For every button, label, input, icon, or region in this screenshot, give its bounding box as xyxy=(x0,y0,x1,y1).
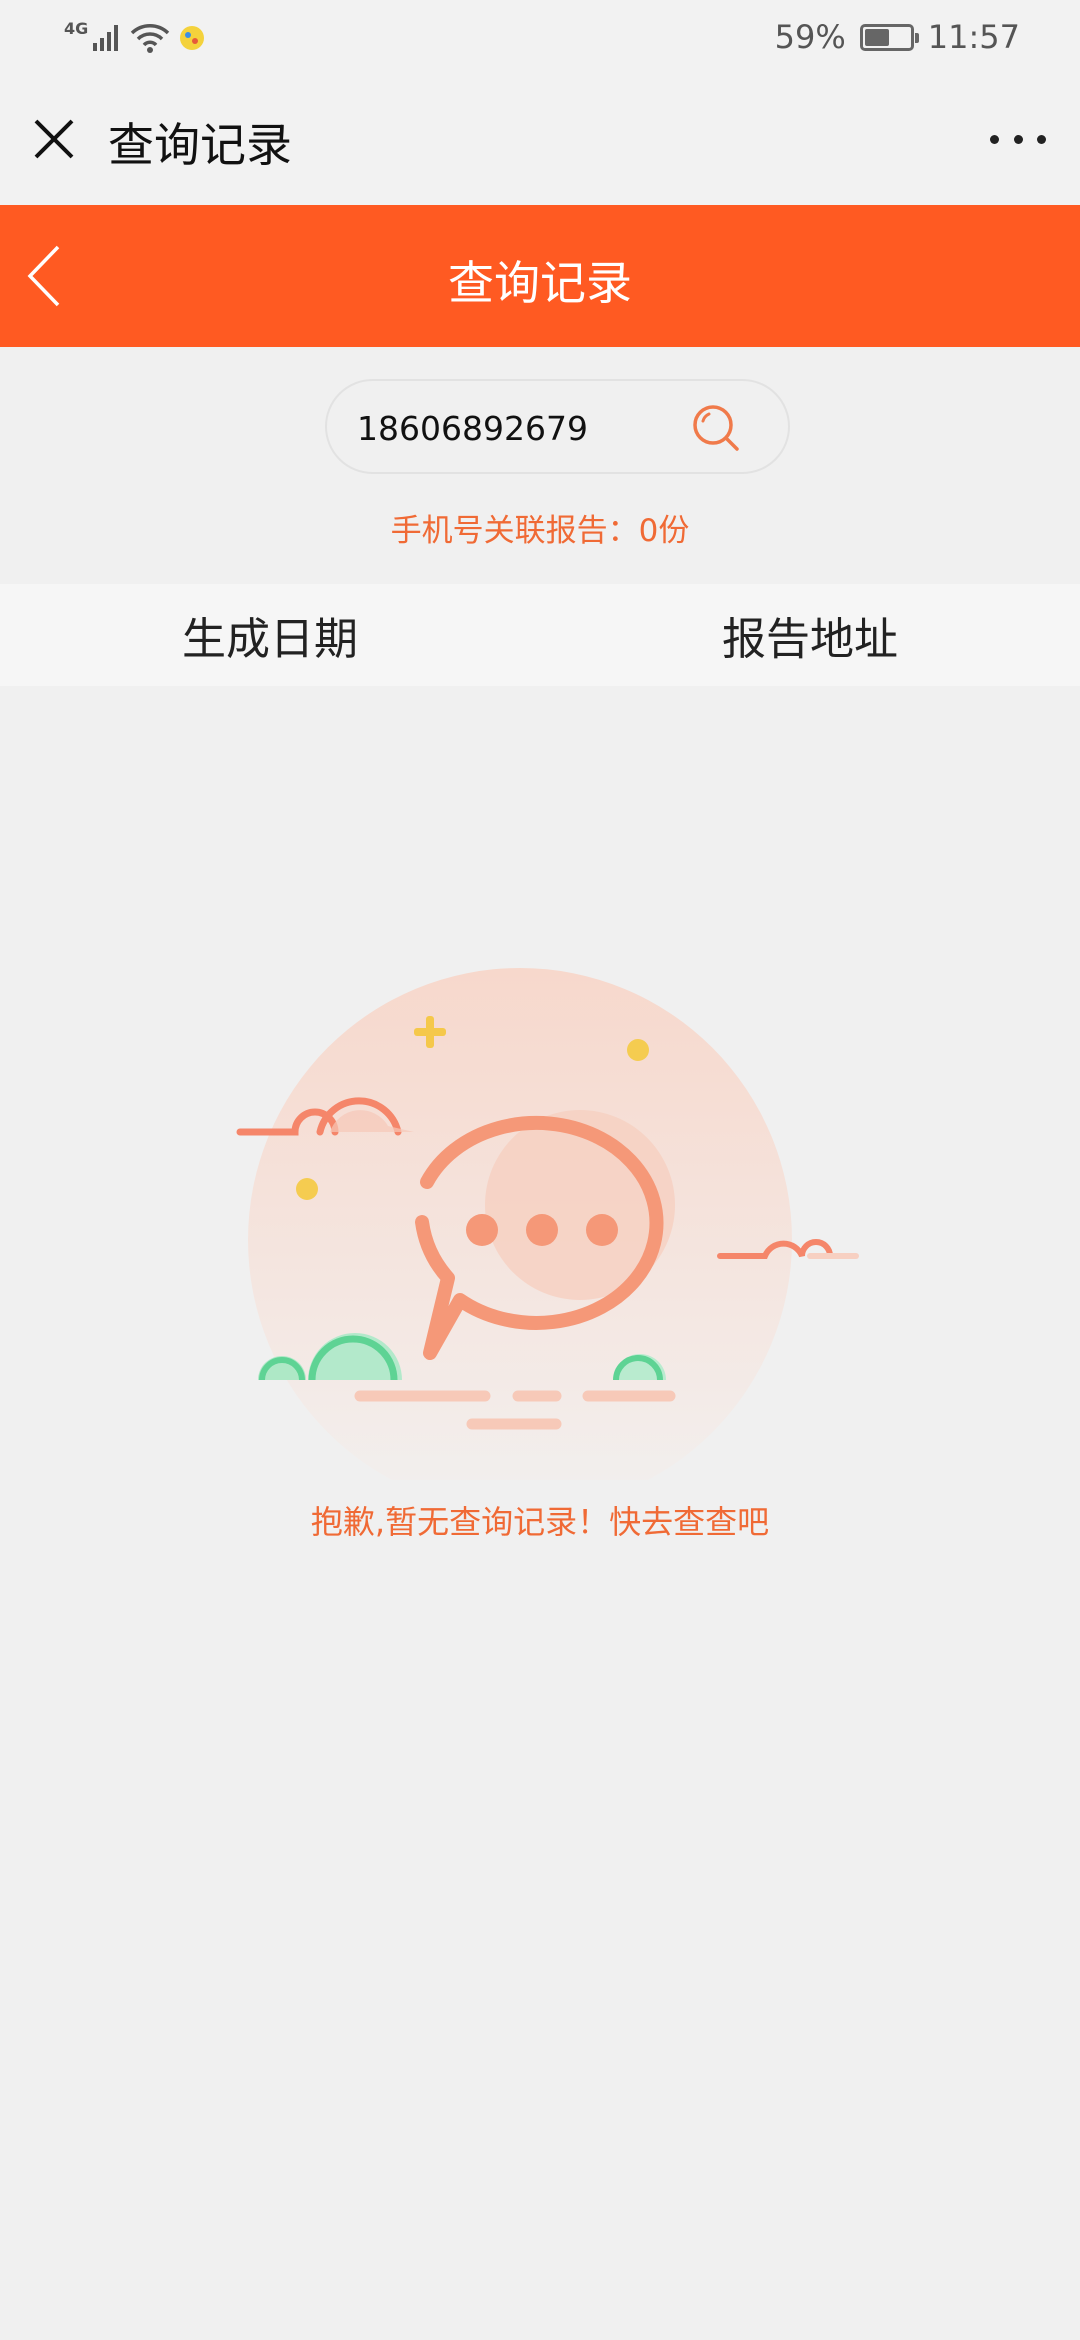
battery-icon xyxy=(859,23,919,51)
search-box xyxy=(325,379,790,474)
notification-app-icon xyxy=(180,26,205,50)
clock: 11:57 xyxy=(927,18,1020,56)
close-button[interactable] xyxy=(28,113,80,165)
yellow-dot xyxy=(627,1039,649,1061)
network-type: 4G xyxy=(64,18,89,38)
page-header: 查询记录 xyxy=(0,205,1080,347)
wifi-icon xyxy=(131,24,170,53)
search-icon xyxy=(693,405,739,451)
phone-search-input[interactable] xyxy=(355,403,675,453)
column-header-address: 报告地址 xyxy=(722,614,898,665)
status-left: 4G xyxy=(64,18,206,58)
column-header-date: 生成日期 xyxy=(182,614,358,665)
status-right: 59% 11:57 xyxy=(775,16,1020,58)
signal-icon xyxy=(93,25,119,51)
battery-fill xyxy=(864,28,890,46)
yellow-dot xyxy=(296,1178,318,1200)
more-icon-dot xyxy=(1013,134,1023,144)
close-icon xyxy=(34,119,74,159)
more-icon-dot xyxy=(990,134,999,144)
search-button[interactable] xyxy=(687,399,747,459)
status-bar: 4G 59% 11:57 xyxy=(0,0,1080,75)
empty-state-illustration xyxy=(236,968,859,1480)
battery-percent: 59% xyxy=(774,18,846,56)
more-button[interactable] xyxy=(990,113,1046,165)
app-top-bar: 查询记录 xyxy=(0,75,1080,205)
empty-state-message: 抱歉,暂无查询记录！快去查查吧 xyxy=(310,1503,770,1541)
more-icon-dot xyxy=(1037,134,1046,144)
associated-report-count: 手机号关联报告：0份 xyxy=(390,513,690,549)
top-bar-title: 查询记录 xyxy=(108,118,292,172)
table-header: 生成日期 报告地址 xyxy=(0,584,1080,686)
page-title: 查询记录 xyxy=(448,256,632,310)
